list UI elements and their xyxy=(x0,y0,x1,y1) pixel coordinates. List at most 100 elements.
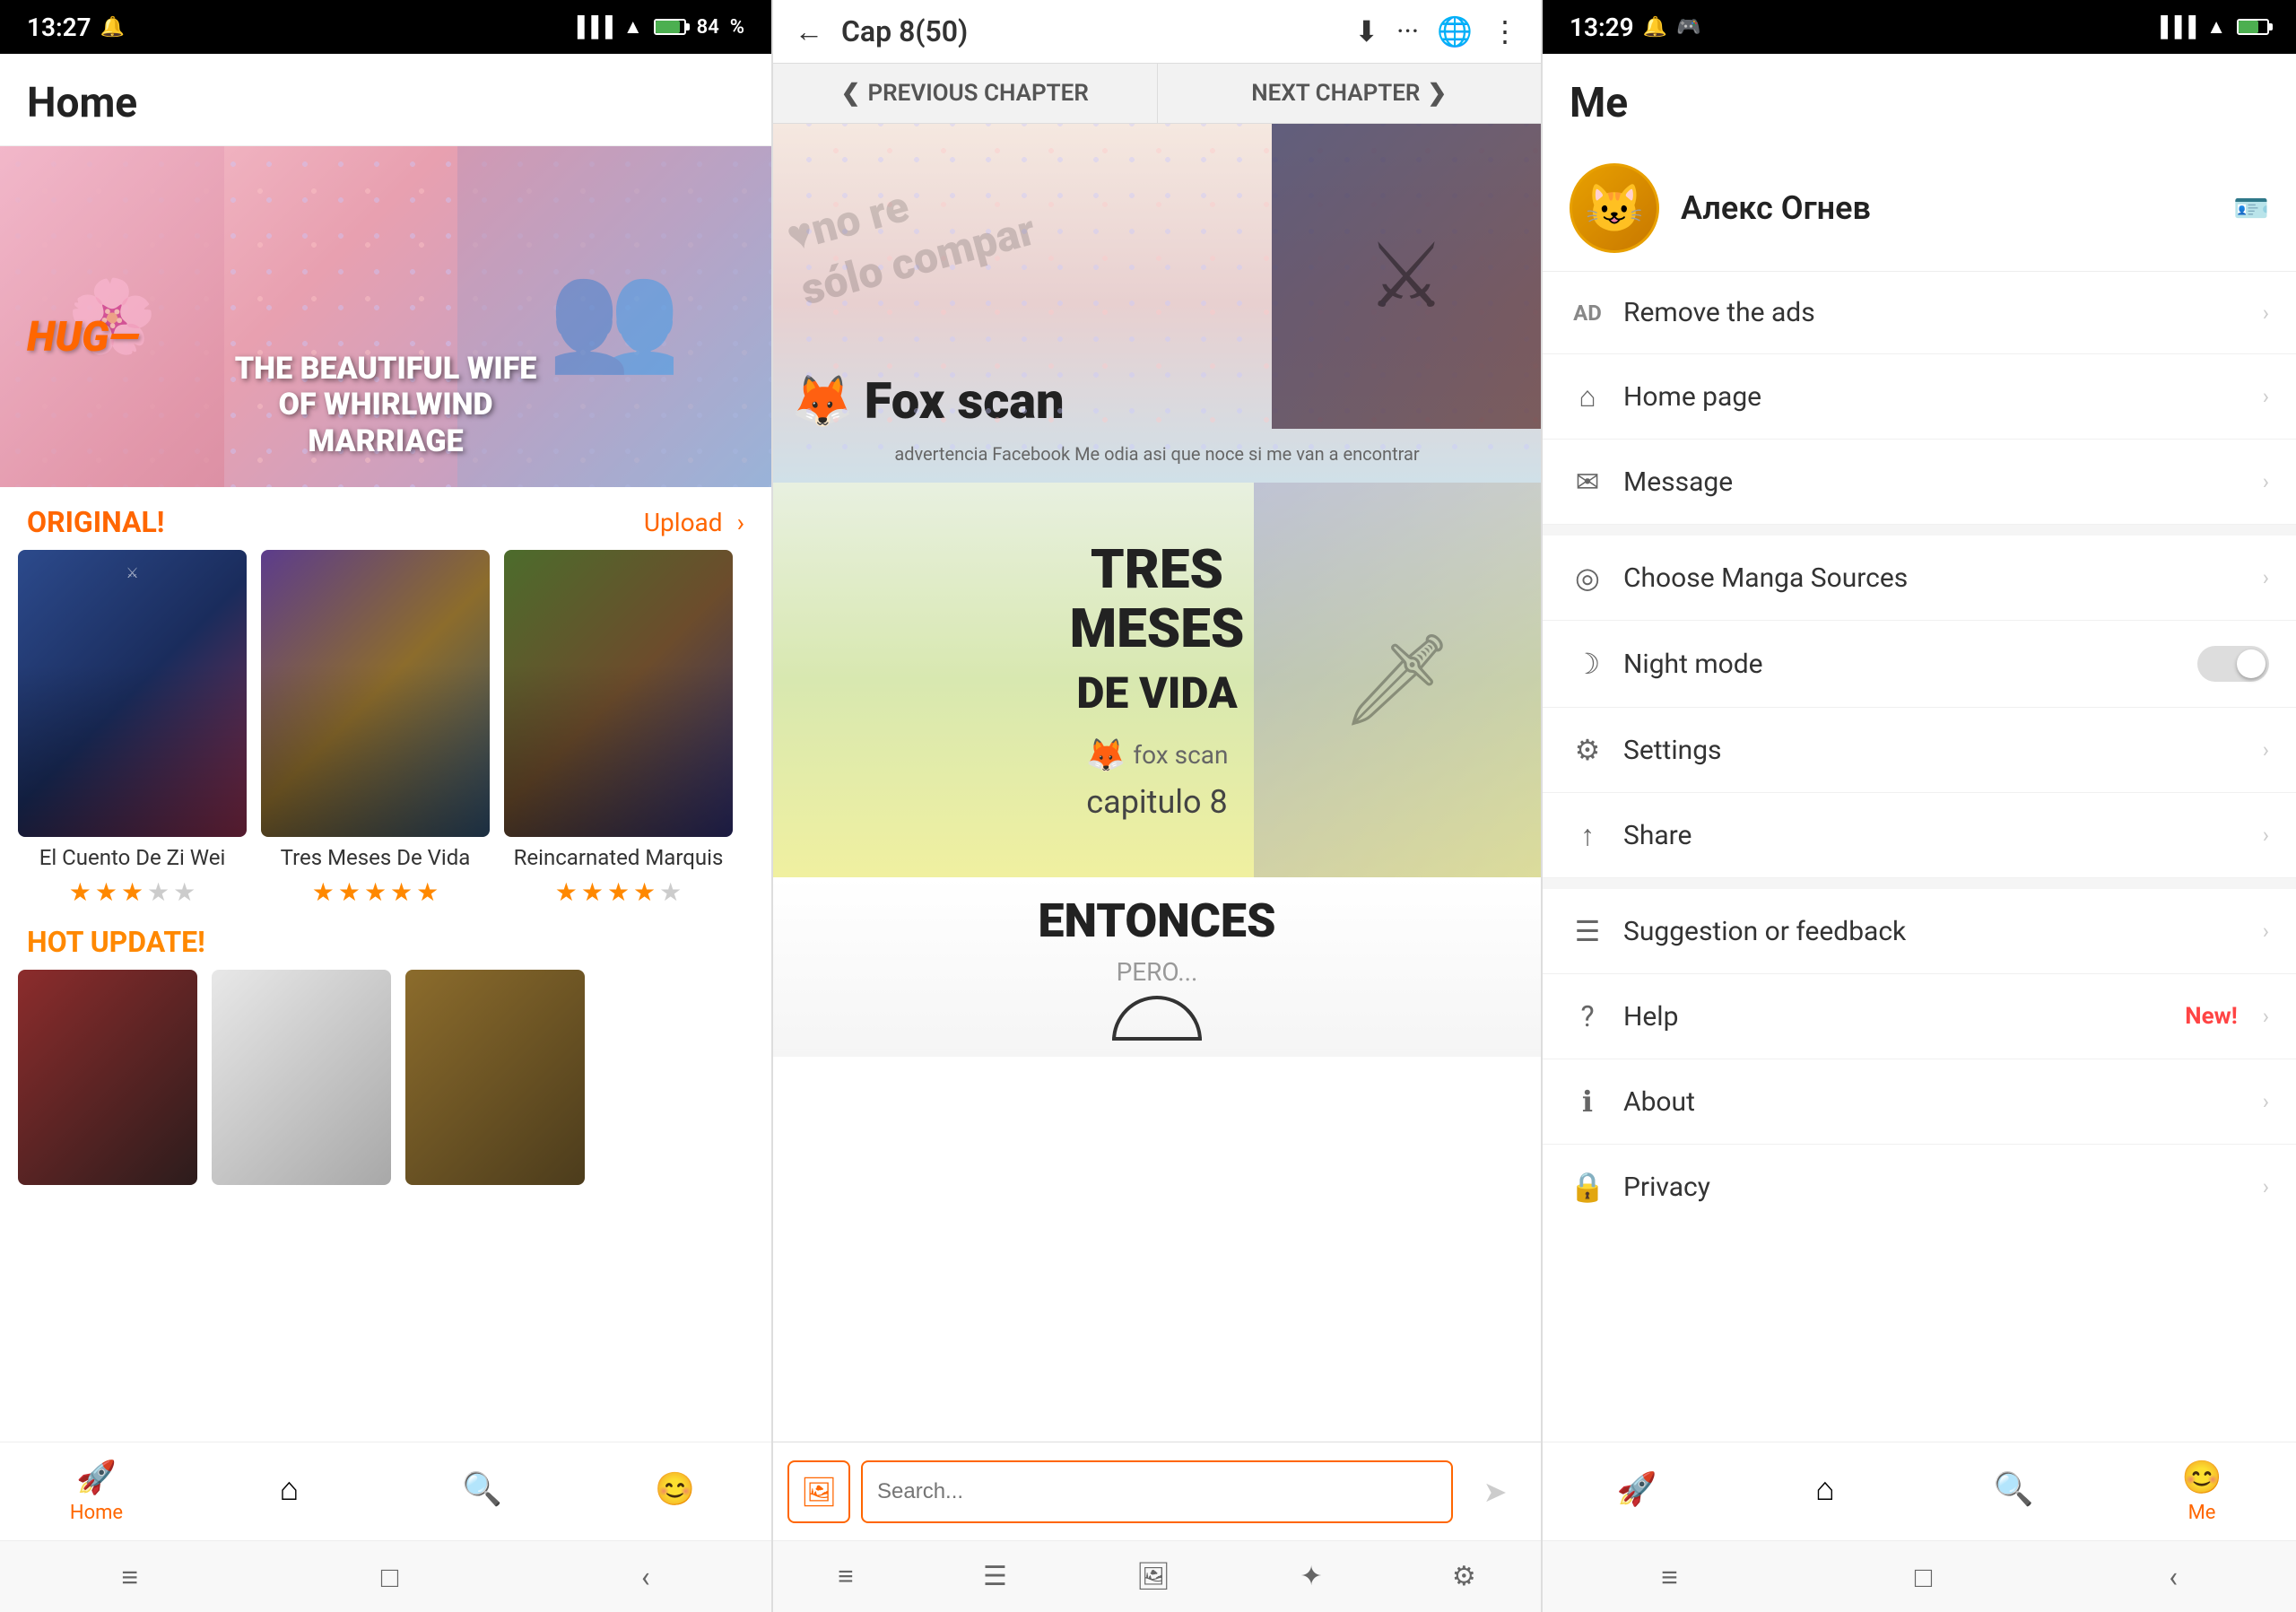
star: ★ xyxy=(390,877,413,907)
menu-label-settings: Settings xyxy=(1623,735,2245,766)
more-btn[interactable]: ⋮ xyxy=(1491,14,1519,48)
menu-arrow-sources: › xyxy=(2263,565,2269,590)
menu-item-ads[interactable]: AD Remove the ads › xyxy=(1543,272,2296,354)
home-banner[interactable]: 👥 🌸 HUG— THE BEAUTIFUL WIFEOF WHIRLWINDM… xyxy=(0,146,771,487)
page1-character: ⚔ xyxy=(1272,124,1541,429)
me-header: Me xyxy=(1543,54,2296,145)
next-arrow-icon: ❯ xyxy=(1427,80,1447,107)
nav-library[interactable]: ⌂ xyxy=(193,1442,386,1540)
nav-search[interactable]: 🔍 xyxy=(386,1442,578,1540)
comment-btn[interactable]: ··· xyxy=(1396,14,1419,48)
menu-label-privacy: Privacy xyxy=(1623,1172,2245,1203)
me-panel: 13:29 🔔 🎮 ▐▐▐ ▲ Me 😺 Алекс Огнев 🪪 AD Re… xyxy=(1543,0,2296,1612)
manga-title-1: Tres Meses De Vida xyxy=(261,844,490,872)
manga-card-0[interactable]: ⚔ El Cuento De Zi Wei ★ ★ ★ ★ ★ xyxy=(18,550,247,907)
me-nav-search-tab[interactable]: 🔍 xyxy=(1919,1442,2108,1540)
edit-profile-btn[interactable]: 🪪 xyxy=(2233,191,2269,225)
upload-link[interactable]: Upload xyxy=(644,508,723,537)
reader-comment-input[interactable] xyxy=(861,1460,1453,1523)
prev-arrow-icon: ❮ xyxy=(841,80,861,107)
fox-small-icon: 🦊 xyxy=(1086,736,1126,774)
me-nav-me-tab[interactable]: 😊 Me xyxy=(2108,1442,2296,1540)
me-sys-menu[interactable]: ≡ xyxy=(1634,1551,1705,1603)
star: ★ xyxy=(555,877,578,907)
menu-label-ads: Remove the ads xyxy=(1623,297,2245,328)
manga-stars-1: ★ ★ ★ ★ ★ xyxy=(261,877,490,907)
prev-chapter-label: PREVIOUS CHAPTER xyxy=(867,80,1088,107)
menu-item-settings[interactable]: ⚙ Settings › xyxy=(1543,708,2296,793)
reader-content[interactable]: ♥no re sólo compar ⚔ 🦊 Fox scan adverten… xyxy=(773,124,1541,1442)
reader-sys-gallery[interactable]: 🖼 xyxy=(1127,1552,1179,1601)
me-sys-back[interactable]: ‹ xyxy=(2142,1551,2205,1603)
menu-label-message: Message xyxy=(1623,466,2245,498)
me-status-right: ▐▐▐ ▲ xyxy=(2153,15,2269,39)
manga-stars-0: ★ ★ ★ ★ ★ xyxy=(18,877,247,907)
menu-item-help[interactable]: ? Help New! › xyxy=(1543,974,2296,1059)
home-title: Home xyxy=(27,79,137,127)
manga-card-2[interactable]: Reincarnated Marquis ★ ★ ★ ★ ★ xyxy=(504,550,733,907)
capitulo-label: capitulo 8 xyxy=(1086,783,1227,821)
notification-icon: 🔔 xyxy=(100,16,125,39)
send-btn[interactable]: ➤ xyxy=(1464,1460,1526,1523)
me-nav-me-label: Me xyxy=(2188,1502,2216,1524)
original-arrow[interactable]: › xyxy=(737,508,744,537)
reader-back-btn[interactable]: ← xyxy=(795,14,823,48)
star: ★ xyxy=(633,877,656,907)
me-status-bar: 13:29 🔔 🎮 ▐▐▐ ▲ xyxy=(1543,0,2296,54)
me-nav-icon: 😊 xyxy=(655,1470,695,1508)
nav-home[interactable]: 🚀 Home xyxy=(0,1442,193,1540)
hot-thumb-2[interactable] xyxy=(405,970,585,1185)
circle-decoration xyxy=(1112,996,1202,1041)
hot-thumb-0[interactable] xyxy=(18,970,197,1185)
menu-item-nightmode[interactable]: ☽ Night mode xyxy=(1543,621,2296,708)
feedback-icon: ☰ xyxy=(1570,914,1605,948)
menu-item-privacy[interactable]: 🔒 Privacy › xyxy=(1543,1145,2296,1229)
night-mode-toggle[interactable] xyxy=(2197,646,2269,682)
next-chapter-btn[interactable]: NEXT CHAPTER ❯ xyxy=(1158,64,1542,123)
system-menu-btn[interactable]: ≡ xyxy=(94,1551,165,1603)
me-username: Алекс Огнев xyxy=(1681,189,2212,227)
hot-thumb-1[interactable] xyxy=(212,970,391,1185)
original-label: ORIGINAL! xyxy=(27,505,164,539)
manga-card-1[interactable]: Tres Meses De Vida ★ ★ ★ ★ ★ xyxy=(261,550,490,907)
menu-item-homepage[interactable]: ⌂ Home page › xyxy=(1543,354,2296,440)
gallery-btn[interactable]: 🖼 xyxy=(787,1460,850,1523)
translate-btn[interactable]: 🌐 xyxy=(1437,14,1473,48)
me-sys-recents[interactable]: □ xyxy=(1888,1551,1959,1603)
manga-thumb-1 xyxy=(261,550,490,837)
menu-item-feedback[interactable]: ☰ Suggestion or feedback › xyxy=(1543,889,2296,974)
reader-header: ← Cap 8(50) ⬇ ··· 🌐 ⋮ xyxy=(773,0,1541,64)
reader-system-bar: ≡ ☰ 🖼 ✦ ⚙ xyxy=(773,1540,1541,1612)
me-nav-library-tab[interactable]: ⌂ xyxy=(1731,1442,1919,1540)
de-vida-text: DE VIDA xyxy=(1076,667,1237,719)
user-avatar[interactable]: 😺 xyxy=(1570,163,1659,253)
me-nav-home-tab[interactable]: 🚀 xyxy=(1543,1442,1731,1540)
menu-item-message[interactable]: ✉ Message › xyxy=(1543,440,2296,525)
menu-item-about[interactable]: ℹ About › xyxy=(1543,1059,2296,1145)
menu-item-share[interactable]: ↑ Share › xyxy=(1543,793,2296,878)
status-icons: ▐▐▐ ▲ 84% xyxy=(570,15,744,39)
me-profile: 😺 Алекс Огнев 🪪 xyxy=(1543,145,2296,272)
reader-sys-brightness[interactable]: ✦ xyxy=(1292,1552,1332,1601)
library-nav-icon: ⌂ xyxy=(280,1470,300,1508)
system-back-btn[interactable]: ‹ xyxy=(614,1551,677,1603)
help-icon: ? xyxy=(1570,999,1605,1033)
menu-item-sources[interactable]: ◎ Choose Manga Sources › xyxy=(1543,536,2296,621)
menu-arrow-feedback: › xyxy=(2263,919,2269,944)
nav-me[interactable]: 😊 xyxy=(578,1442,771,1540)
system-recents-btn[interactable]: □ xyxy=(354,1551,425,1603)
download-btn[interactable]: ⬇ xyxy=(1354,14,1378,48)
avatar-emoji: 😺 xyxy=(1586,181,1644,236)
reader-sys-settings[interactable]: ⚙ xyxy=(1443,1552,1485,1601)
menu-divider-1 xyxy=(1543,525,2296,536)
menu-arrow-message: › xyxy=(2263,469,2269,494)
reader-sys-chapters[interactable]: ☰ xyxy=(974,1552,1016,1601)
prev-chapter-btn[interactable]: ❮ PREVIOUS CHAPTER xyxy=(773,64,1157,123)
star: ★ xyxy=(364,877,387,907)
me-menu: AD Remove the ads › ⌂ Home page › ✉ Mess… xyxy=(1543,272,2296,1229)
manga-row: ⚔ El Cuento De Zi Wei ★ ★ ★ ★ ★ Tres Mes… xyxy=(0,550,771,907)
samurai-icon: 🗡 xyxy=(1341,628,1455,733)
reader-sys-menu[interactable]: ≡ xyxy=(829,1552,863,1601)
star: ★ xyxy=(581,877,604,907)
gallery-icon: 🖼 xyxy=(801,1475,838,1509)
